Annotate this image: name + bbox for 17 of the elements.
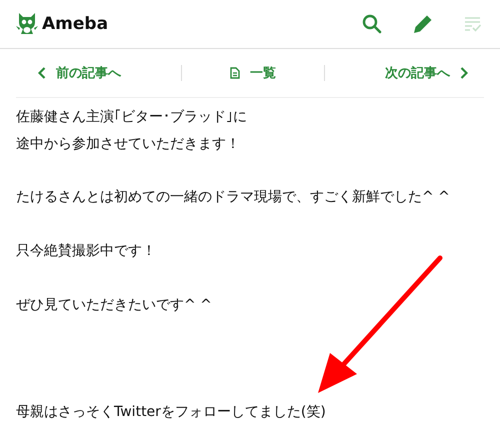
chevron-right-icon [460, 67, 468, 79]
post-text: 途中から参加させていただきます！ [16, 134, 241, 154]
nav-link[interactable]: 次の記事へ [325, 64, 484, 82]
search-icon[interactable] [362, 14, 382, 34]
logo-text[interactable]: Ameba [42, 14, 108, 34]
document-icon [230, 67, 240, 79]
post-text: 佐藤健さん主演｢ビター･ブラッド｣に [16, 108, 248, 127]
nav-link[interactable]: 前の記事へ [16, 64, 181, 82]
post-text: たけるさんとは初めての一緒のドラマ現場で、すごく新鮮でした^ ^ [16, 188, 451, 208]
nav-link[interactable]: 一覧 [182, 64, 324, 82]
logo-mascot-icon [16, 12, 38, 36]
chevron-left-icon [38, 67, 46, 79]
pencil-icon[interactable] [412, 13, 434, 35]
post-text: 母親はさっそくTwitterをフォローしてました(笑) [16, 402, 327, 422]
post-text: ぜひ見ていただきたいです^ ^ [16, 296, 213, 315]
checklist-icon[interactable] [464, 16, 482, 32]
post-text: 只今絶賛撮影中です！ [16, 242, 157, 261]
